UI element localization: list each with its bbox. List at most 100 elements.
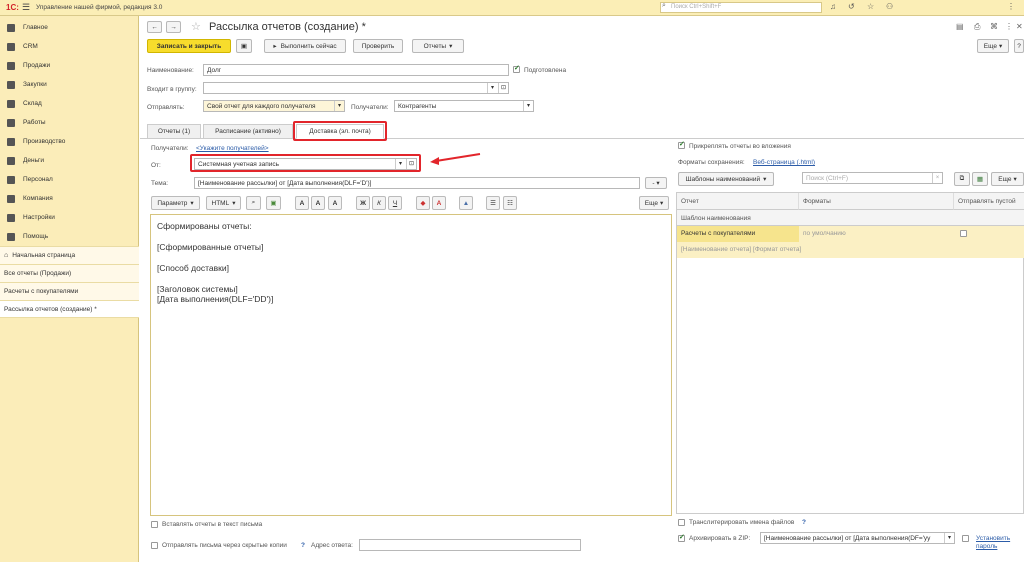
open-icon[interactable]: ⊡ [498, 83, 508, 93]
reply-address-field[interactable] [359, 539, 581, 551]
open-window-mailing[interactable]: Рассылка отчетов (создание) * [0, 300, 139, 318]
attach-icon[interactable]: ▤ [956, 22, 964, 31]
col-send-empty[interactable]: Отправлять пустой [954, 193, 1024, 210]
save-close-button[interactable]: Записать и закрыть [147, 39, 231, 53]
send-field[interactable]: Свой отчет для каждого получателя ▾ [203, 100, 345, 112]
help-button[interactable]: ? [1014, 39, 1024, 53]
sidebar-item-main[interactable]: Главное [0, 18, 139, 37]
underline-icon[interactable]: Ч [388, 196, 402, 210]
bold-icon[interactable]: Ж [356, 196, 370, 210]
sidebar-item-settings[interactable]: Настройки [0, 208, 139, 227]
print-icon[interactable]: ⎙ [974, 22, 980, 32]
image-icon[interactable]: ▣ [266, 196, 281, 210]
highlight-color-icon[interactable]: ◆ [416, 196, 430, 210]
attach-reports-checkbox[interactable] [678, 140, 685, 149]
sidebar-item-staff[interactable]: Персонал [0, 170, 139, 189]
group-field[interactable]: ▾ ⊡ [203, 82, 509, 94]
right-more-button[interactable]: Еще ▾ [991, 172, 1024, 186]
formats-link[interactable]: Веб-страница (.html) [753, 159, 815, 166]
sidebar-item-production[interactable]: Производство [0, 132, 139, 151]
parameter-button[interactable]: Параметр ▾ [151, 196, 200, 210]
dropdown-icon[interactable]: ▾ [487, 83, 497, 93]
recipients-type-field[interactable]: Контрагенты ▾ [394, 100, 534, 112]
right-more-label: Еще [998, 175, 1012, 183]
insert-reports-label: Вставлять отчеты в текст письма [162, 521, 263, 528]
copy-icon[interactable]: ⧉ [954, 172, 970, 186]
star-icon[interactable]: ☆ [867, 2, 874, 11]
subject-params-button[interactable]: - ▾ [645, 177, 667, 189]
sidebar-item-money[interactable]: Деньги [0, 151, 139, 170]
prepared-checkbox[interactable] [513, 64, 520, 73]
global-search-input[interactable]: Поиск Ctrl+Shift+F [660, 2, 822, 13]
find-icon[interactable]: ⌕ [246, 196, 261, 210]
open-window-all-reports[interactable]: Все отчеты (Продажи) [0, 264, 139, 282]
font-decrease-icon[interactable]: A [311, 196, 325, 210]
help-icon[interactable]: ? [301, 542, 305, 549]
set-password-link[interactable]: Установить пароль [976, 535, 1016, 551]
html-button[interactable]: HTML ▾ [206, 196, 241, 210]
menu-icon[interactable]: ☰ [22, 2, 30, 13]
save-icon[interactable]: ▣ [236, 39, 252, 53]
bullet-list-icon[interactable]: ☰ [486, 196, 500, 210]
send-empty-checkbox[interactable] [960, 230, 967, 237]
subject-field[interactable]: [Наименование рассылки] от [Дата выполне… [194, 177, 640, 189]
zip-checkbox[interactable] [678, 533, 685, 542]
numbered-list-icon[interactable]: ☷ [503, 196, 517, 210]
warehouse-icon [7, 99, 15, 108]
subject-label: Тема: [151, 180, 169, 187]
excel-icon[interactable]: ▦ [972, 172, 988, 186]
dropdown-icon[interactable]: ▾ [944, 533, 954, 543]
col-template[interactable]: Шаблон наименования [677, 210, 1024, 226]
templates-button[interactable]: Шаблоны наименований ▾ [678, 172, 774, 186]
tab-schedule[interactable]: Расписание (активно) [203, 124, 293, 139]
name-field[interactable]: Долг [203, 64, 509, 76]
insert-reports-checkbox[interactable] [151, 521, 158, 528]
dropdown-icon[interactable]: ▾ [334, 101, 344, 111]
col-report[interactable]: Отчет [677, 193, 799, 210]
text-color-icon[interactable]: A [432, 196, 446, 210]
col-formats[interactable]: Форматы [799, 193, 954, 210]
check-button[interactable]: Проверить [353, 39, 403, 53]
specify-recipients-link[interactable]: <Укажите получателей> [196, 145, 269, 152]
favorite-star-icon[interactable]: ☆ [191, 20, 201, 33]
forward-button[interactable]: → [166, 21, 181, 33]
user-icon[interactable]: ⚇ [886, 2, 893, 11]
open-window-home[interactable]: ⌂ Начальная страница [0, 246, 139, 264]
sidebar-item-sales[interactable]: Продажи [0, 56, 139, 75]
zip-name-field[interactable]: [Наименование рассылки] от [Дата выполне… [760, 532, 955, 544]
transliterate-checkbox[interactable] [678, 519, 685, 526]
reports-button[interactable]: Отчеты ▾ [412, 39, 464, 53]
bell-icon[interactable]: ♫ [830, 2, 836, 11]
more-button[interactable]: Еще ▾ [977, 39, 1009, 53]
italic-icon[interactable]: К [372, 196, 386, 210]
back-button[interactable]: ← [147, 21, 162, 33]
link-icon[interactable]: ⌘ [990, 22, 998, 31]
history-icon[interactable]: ↺ [848, 2, 855, 11]
tab-reports[interactable]: Отчеты (1) [147, 124, 201, 139]
close-icon[interactable]: ✕ [1016, 22, 1023, 31]
open-window-settlements[interactable]: Расчеты с покупателями [0, 282, 139, 300]
run-now-button[interactable]: ▸ Выполнить сейчас [264, 39, 346, 53]
message-body-editor[interactable]: Сформированы отчеты: [Сформированные отч… [150, 214, 672, 516]
sidebar-item-company[interactable]: Компания [0, 189, 139, 208]
help-icon[interactable]: ? [802, 519, 806, 526]
password-checkbox[interactable] [962, 535, 969, 542]
table-row[interactable]: Расчеты с покупателями по умолчанию [Наи… [677, 226, 1024, 258]
sidebar-item-warehouse[interactable]: Склад [0, 94, 139, 113]
more-vertical-icon[interactable]: ⋮ [1005, 22, 1013, 31]
sidebar-item-purchases[interactable]: Закупки [0, 75, 139, 94]
dropdown-icon[interactable]: ▾ [523, 101, 533, 111]
row-formats-cell: по умолчанию [803, 230, 846, 237]
sidebar-item-crm[interactable]: CRM [0, 37, 139, 56]
hidden-copies-checkbox[interactable] [151, 542, 158, 549]
editor-more-button[interactable]: Еще ▾ [639, 196, 669, 210]
insert-image-icon[interactable]: ▲ [459, 196, 473, 210]
more-icon[interactable]: ⋮ [1007, 2, 1015, 11]
sidebar-item-help[interactable]: Помощь [0, 227, 139, 246]
sidebar-item-label: Продажи [23, 62, 51, 69]
font-increase-icon[interactable]: A [295, 196, 309, 210]
report-search-input[interactable]: Поиск (Ctrl+F) × [802, 172, 943, 184]
sidebar-item-works[interactable]: Работы [0, 113, 139, 132]
clear-icon[interactable]: × [932, 173, 942, 183]
font-style-icon[interactable]: A [328, 196, 342, 210]
